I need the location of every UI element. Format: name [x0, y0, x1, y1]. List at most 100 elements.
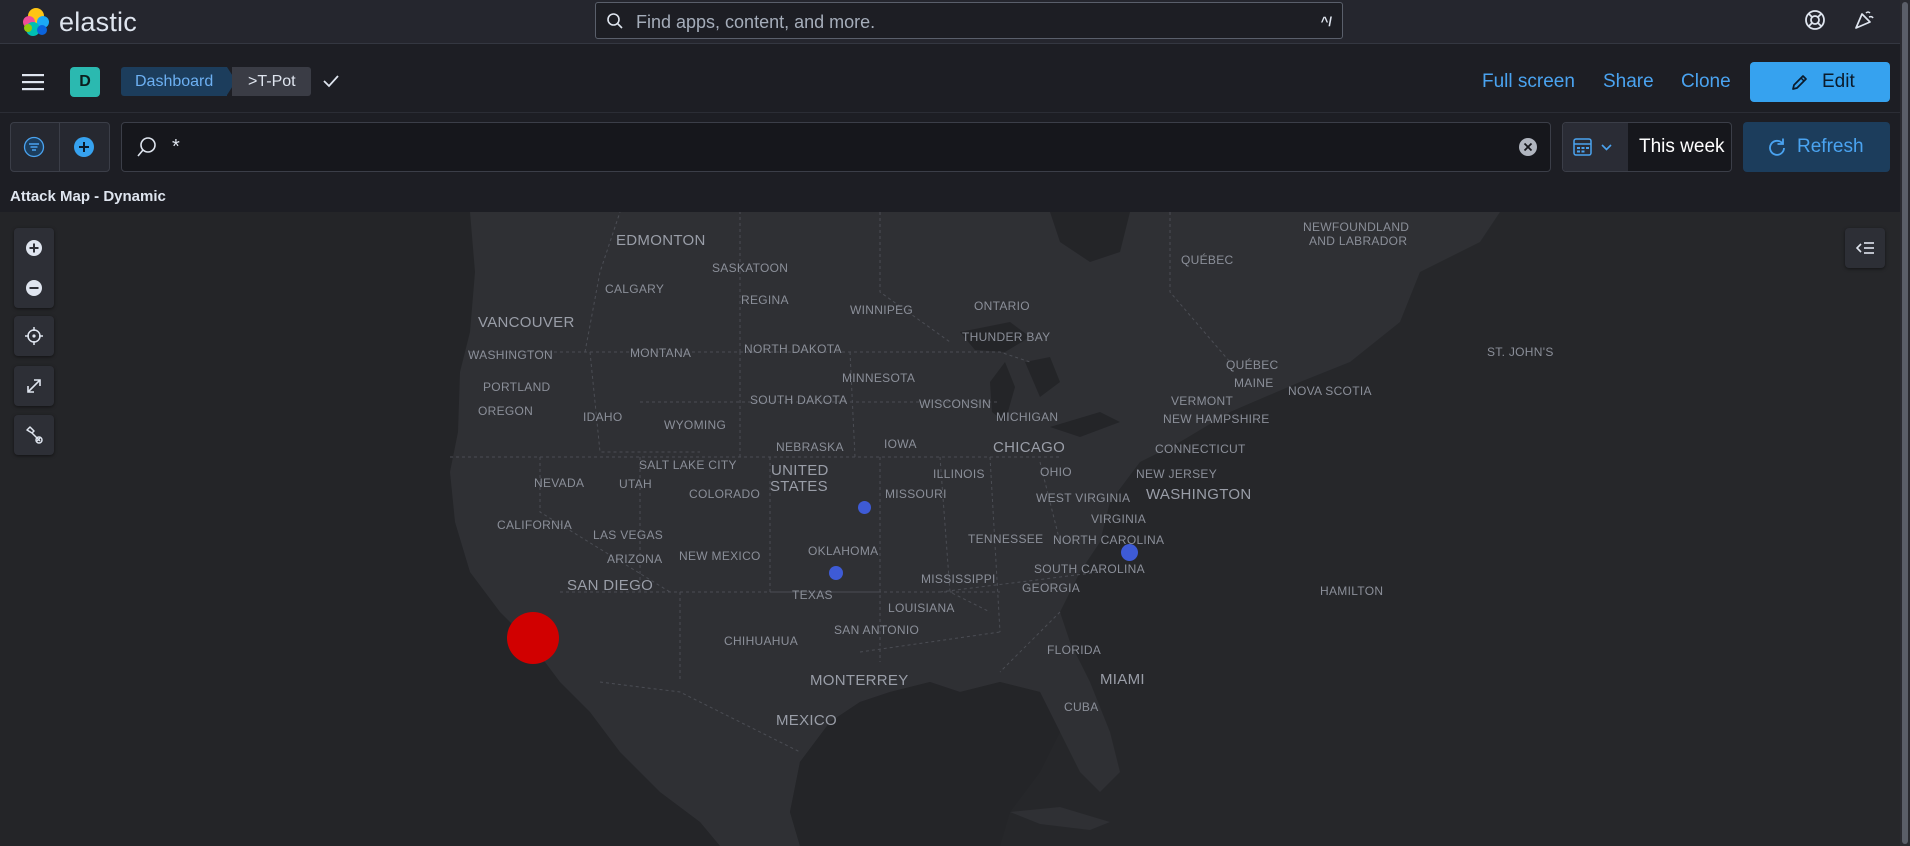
tools-button[interactable]: [14, 415, 54, 455]
filter-divider: [59, 123, 60, 171]
scrollbar-thumb[interactable]: [1902, 2, 1908, 844]
map-label: FLORIDA: [1047, 643, 1102, 657]
map-label: SOUTH DAKOTA: [750, 393, 848, 407]
search-icon: [607, 13, 623, 29]
map-label: WYOMING: [664, 418, 727, 432]
map-label: AND LABRADOR: [1309, 234, 1408, 248]
calendar-icon: [1573, 138, 1612, 156]
map-label: UTAH: [619, 477, 652, 491]
crosshair-icon: [25, 327, 43, 345]
wrench-icon: [26, 426, 43, 444]
refresh-button-label: Refresh: [1797, 136, 1864, 157]
fit-bounds-button[interactable]: [14, 366, 54, 406]
map-label: ST. JOHN'S: [1487, 345, 1554, 359]
map-label: HAMILTON: [1320, 584, 1384, 598]
clear-query-icon[interactable]: [1518, 137, 1538, 157]
pencil-icon: [1792, 75, 1807, 90]
zoom-controls: [14, 228, 54, 308]
quick-date-menu[interactable]: [1563, 123, 1628, 171]
map-label: COLORADO: [689, 487, 761, 501]
menu-collapse-icon: [1856, 242, 1874, 254]
map-label: LAS VEGAS: [593, 528, 664, 542]
map-label: CUBA: [1064, 700, 1099, 714]
map-label: SASKATOON: [712, 261, 789, 275]
map-label: WASHINGTON: [1146, 486, 1252, 503]
map-label: SOUTH CAROLINA: [1034, 562, 1145, 576]
map-label: NORTH DAKOTA: [744, 342, 842, 356]
filter-menu-icon[interactable]: [23, 136, 45, 158]
search-icon: [137, 137, 156, 157]
map-label: UNITED: [771, 462, 829, 479]
attack-marker[interactable]: [1121, 544, 1138, 561]
map-label: GEORGIA: [1022, 581, 1081, 595]
map-label: CHICAGO: [993, 439, 1066, 456]
attack-marker[interactable]: [858, 501, 871, 514]
query-value: *: [172, 136, 180, 158]
attack-map[interactable]: EDMONTON SASKATOON CALGARY REGINA WINNIP…: [0, 212, 1900, 846]
map-label: WASHINGTON: [468, 348, 554, 362]
global-search-input[interactable]: Find apps, content, and more. ^/: [595, 2, 1343, 39]
map-label: VANCOUVER: [478, 314, 575, 331]
map-label: MEXICO: [776, 712, 837, 729]
locate-button[interactable]: [14, 316, 54, 356]
map-label: MONTERREY: [810, 672, 909, 689]
expand-icon: [27, 379, 41, 393]
page-scrollbar[interactable]: [1900, 0, 1910, 846]
map-label: MIAMI: [1100, 671, 1145, 688]
breadcrumb-current: >T-Pot: [232, 67, 311, 96]
map-label: MONTANA: [630, 346, 692, 360]
query-input[interactable]: *: [121, 122, 1551, 172]
edit-button[interactable]: Edit: [1750, 62, 1890, 102]
map-label: NORTH CAROLINA: [1053, 533, 1165, 547]
clone-link[interactable]: Clone: [1681, 71, 1731, 93]
map-label: CALIFORNIA: [497, 518, 573, 532]
elastic-logo-icon[interactable]: [20, 6, 52, 38]
map-label: ILLINOIS: [933, 467, 985, 481]
breadcrumb-dashboard[interactable]: Dashboard: [121, 67, 237, 96]
map-label: MAINE: [1234, 376, 1274, 390]
newsfeed-icon[interactable]: [1853, 9, 1875, 31]
map-label: REGINA: [741, 293, 789, 307]
map-label: ARIZONA: [607, 552, 663, 566]
minus-icon: [26, 280, 42, 296]
map-label: WISCONSIN: [919, 397, 992, 411]
map-label: IOWA: [884, 437, 917, 451]
search-shortcut: ^/: [1320, 14, 1332, 29]
date-picker[interactable]: This week: [1562, 122, 1732, 172]
share-link[interactable]: Share: [1603, 71, 1654, 93]
map-label: NEW MEXICO: [679, 549, 761, 563]
plus-icon: [26, 240, 42, 256]
map-label: MICHIGAN: [996, 410, 1059, 424]
add-filter-icon[interactable]: [73, 136, 95, 158]
map-label: STATES: [770, 478, 828, 495]
refresh-icon: [1769, 138, 1785, 156]
attack-marker[interactable]: [829, 566, 843, 580]
zoom-in-button[interactable]: [14, 228, 54, 268]
edit-button-label: Edit: [1822, 71, 1855, 92]
map-label: THUNDER BAY: [962, 330, 1051, 344]
hamburger-menu-icon[interactable]: [22, 72, 44, 92]
map-label: MISSOURI: [885, 487, 947, 501]
full-screen-link[interactable]: Full screen: [1482, 71, 1575, 93]
map-label: OHIO: [1040, 465, 1072, 479]
map-label: QUÉBEC: [1226, 358, 1279, 372]
map-label: TEXAS: [792, 588, 833, 602]
map-label: SAN DIEGO: [567, 577, 654, 594]
map-label: VIRGINIA: [1091, 512, 1147, 526]
map-label: NEW JERSEY: [1136, 467, 1218, 481]
map-label: ONTARIO: [974, 299, 1030, 313]
refresh-button[interactable]: Refresh: [1743, 122, 1890, 172]
map-label: WINNIPEG: [850, 303, 914, 317]
map-label: IDAHO: [583, 410, 623, 424]
help-icon[interactable]: [1804, 9, 1826, 31]
checkmark-icon: [323, 75, 339, 88]
layer-control-button[interactable]: [1845, 228, 1885, 268]
brand-name: elastic: [59, 7, 137, 37]
map-label: OREGON: [478, 404, 534, 418]
map-label: NEWFOUNDLAND: [1303, 220, 1410, 234]
space-avatar[interactable]: D: [70, 67, 100, 97]
map-label: CONNECTICUT: [1155, 442, 1246, 456]
map-label: MINNESOTA: [842, 371, 916, 385]
attack-marker-large[interactable]: [507, 612, 559, 664]
zoom-out-button[interactable]: [14, 268, 54, 308]
